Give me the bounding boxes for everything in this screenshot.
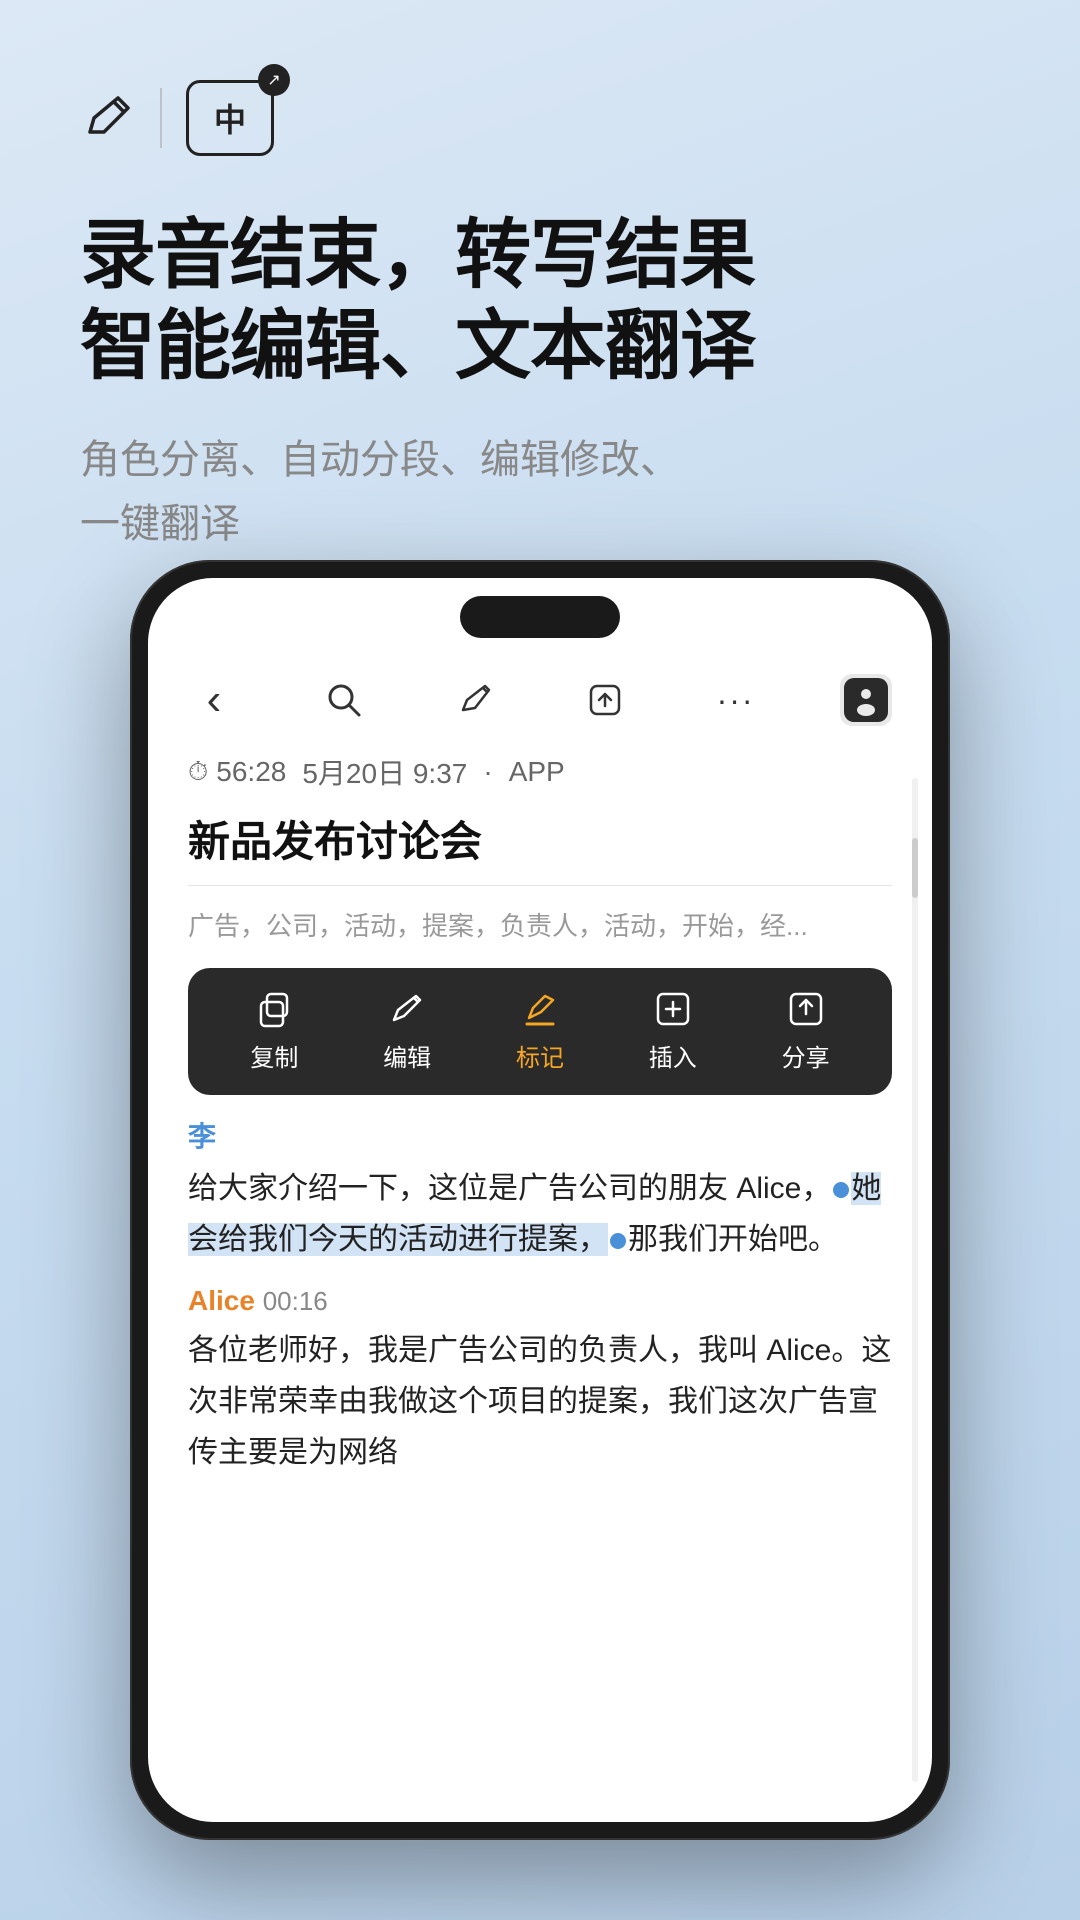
insert-icon (652, 988, 694, 1030)
speaker-block-li: 李 给大家介绍一下，这位是广告公司的朋友 Alice，她会给我们今天的活动进行提… (188, 1115, 892, 1265)
context-highlight[interactable]: 标记 (516, 988, 564, 1073)
speaker-text-alice: 各位老师好，我是广告公司的负责人，我叫 Alice。这次非常荣幸由我做这个项目的… (188, 1325, 892, 1478)
avatar-button[interactable] (840, 674, 892, 726)
toolbar-divider (160, 88, 162, 148)
share-label: 分享 (782, 1038, 830, 1073)
phone-toolbar: ‹ (148, 658, 932, 742)
highlight-icon (519, 988, 561, 1030)
scrollbar-thumb (912, 838, 918, 898)
recording-duration: ⏱ 56:28 (188, 756, 286, 788)
search-button[interactable] (318, 674, 370, 726)
selected-text: 她会给我们今天的活动进行提案， (188, 1172, 881, 1256)
selection-cursor-end (610, 1233, 626, 1249)
headline-main: 录音结束，转写结果 智能编辑、文本翻译 (80, 210, 1000, 392)
speaker-name-alice: Alice 00:16 (188, 1285, 892, 1317)
phone-content: ‹ (148, 578, 932, 1822)
context-menu: 复制 编辑 (188, 968, 892, 1095)
transcript-area: 李 给大家介绍一下，这位是广告公司的朋友 Alice，她会给我们今天的活动进行提… (148, 1095, 932, 1822)
insert-label: 插入 (649, 1038, 697, 1073)
phone-mockup: ‹ (130, 560, 950, 1840)
speaker-text-li: 给大家介绍一下，这位是广告公司的朋友 Alice，她会给我们今天的活动进行提案，… (188, 1163, 892, 1265)
context-copy[interactable]: 复制 (250, 988, 298, 1073)
dynamic-island (460, 596, 620, 638)
recording-date: 5月20日 9:37 (302, 752, 467, 792)
context-menu-items: 复制 编辑 (188, 988, 892, 1085)
edit-button[interactable] (449, 674, 501, 726)
export-button[interactable] (579, 674, 631, 726)
headline-section: 录音结束，转写结果 智能编辑、文本翻译 角色分离、自动分段、编辑修改、 一键翻译 (80, 210, 1000, 556)
speaker-name-li: 李 (188, 1115, 892, 1155)
translate-icon: 中 (186, 80, 274, 156)
highlight-label: 标记 (516, 1038, 564, 1073)
speaker-block-alice: Alice 00:16 各位老师好，我是广告公司的负责人，我叫 Alice。这次… (188, 1285, 892, 1478)
scrollbar[interactable] (912, 778, 918, 1782)
copy-icon (253, 988, 295, 1030)
context-share[interactable]: 分享 (782, 988, 830, 1073)
context-insert[interactable]: 插入 (649, 988, 697, 1073)
selection-cursor-start (833, 1182, 849, 1198)
back-button[interactable]: ‹ (188, 674, 240, 726)
recording-source: APP (509, 756, 565, 788)
pencil-icon[interactable] (80, 90, 136, 146)
translate-icon-wrapper[interactable]: 中 ↗ (186, 80, 274, 156)
tags-section: 广告，公司，活动，提案，负责人，活动，开始，经... (148, 886, 932, 968)
context-edit[interactable]: 编辑 (383, 988, 431, 1073)
copy-label: 复制 (250, 1038, 298, 1073)
more-button[interactable]: ··· (710, 674, 762, 726)
scrollbar-track (912, 778, 918, 1782)
top-toolbar: 中 ↗ (80, 80, 274, 156)
recording-meta: ⏱ 56:28 5月20日 9:37 · APP (148, 742, 932, 800)
note-title: 新品发布讨论会 (148, 800, 932, 885)
clock-icon: ⏱ (188, 756, 208, 788)
edit-label: 编辑 (383, 1038, 431, 1073)
translate-arrow-icon: ↗ (258, 64, 290, 96)
phone-screen: ‹ (148, 578, 932, 1822)
headline-subtitle: 角色分离、自动分段、编辑修改、 一键翻译 (80, 428, 1000, 556)
edit-icon (386, 988, 428, 1030)
phone-frame: ‹ (130, 560, 950, 1840)
recording-dot: · (483, 756, 492, 788)
share-icon (785, 988, 827, 1030)
